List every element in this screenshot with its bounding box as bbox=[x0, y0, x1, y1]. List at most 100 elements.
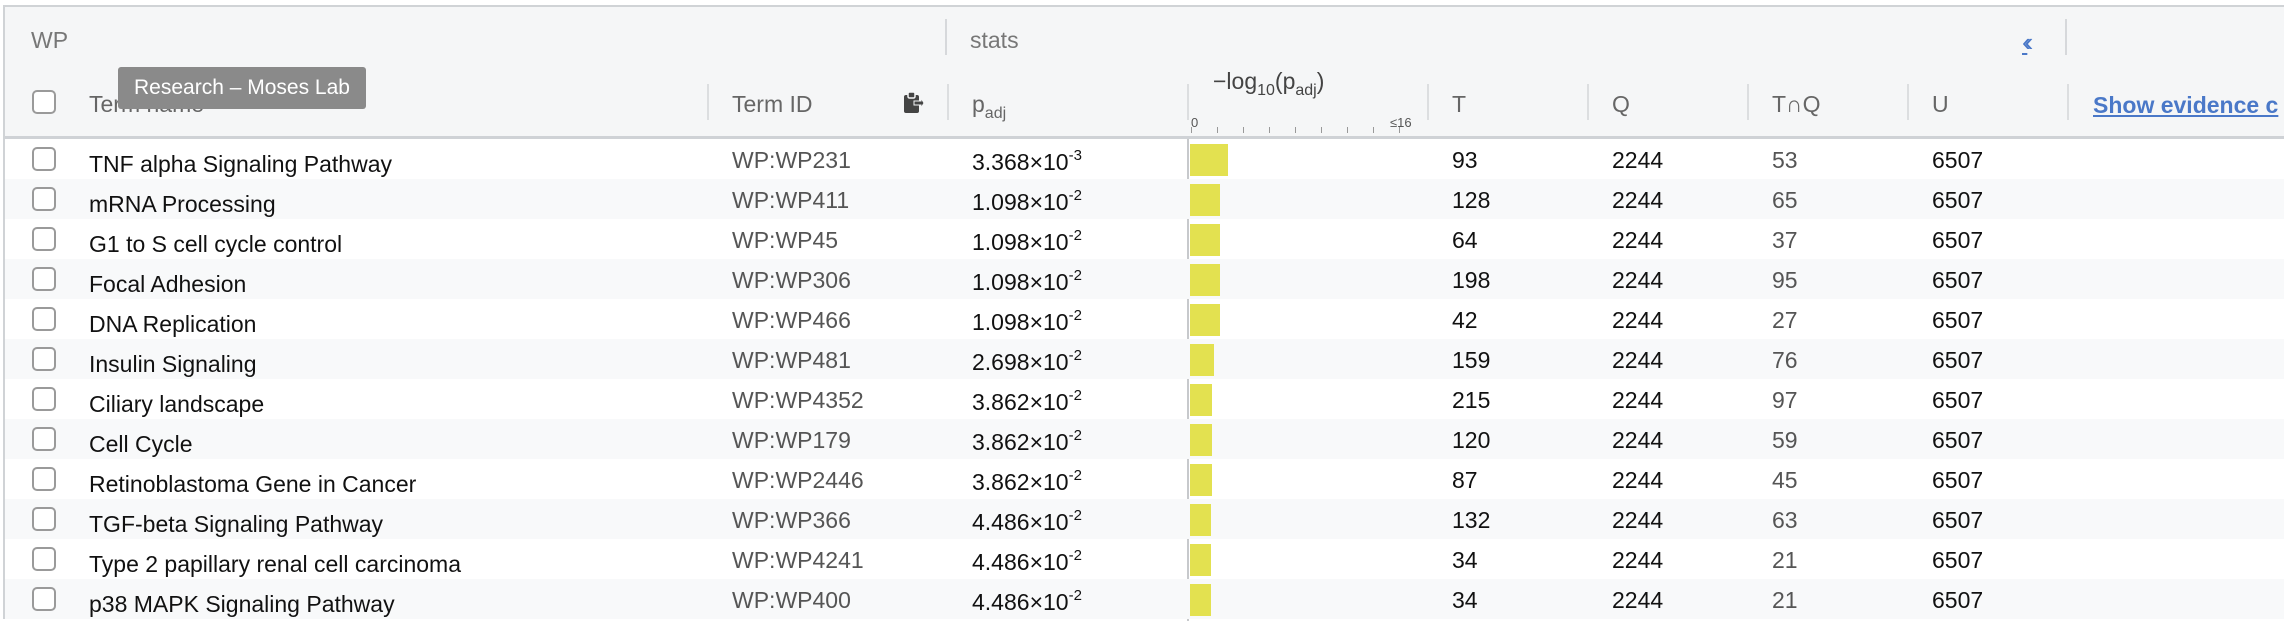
term-id-cell[interactable]: WP:WP231 bbox=[732, 147, 851, 174]
term-id-cell[interactable]: WP:WP366 bbox=[732, 507, 851, 534]
term-id-cell[interactable]: WP:WP481 bbox=[732, 347, 851, 374]
padj-exponent: -2 bbox=[1068, 507, 1082, 524]
scale-tick bbox=[1269, 127, 1270, 133]
neglog-padj-bar bbox=[1190, 464, 1212, 496]
term-name-cell[interactable]: TNF alpha Signaling Pathway bbox=[89, 151, 392, 178]
table-row[interactable]: Type 2 papillary renal cell carcinoma WP:… bbox=[5, 539, 2284, 579]
row-checkbox[interactable] bbox=[32, 187, 56, 211]
term-name-cell[interactable]: Type 2 papillary renal cell carcinoma bbox=[89, 551, 461, 578]
t-cell: 120 bbox=[1452, 427, 1491, 453]
tq-cell: 37 bbox=[1772, 227, 1798, 253]
table-row[interactable]: Focal Adhesion WP:WP306 1.098×10-2 198 2244 9… bbox=[5, 259, 2284, 299]
table-row[interactable]: p38 MAPK Signaling Pathway WP:WP400 4.486×… bbox=[5, 579, 2284, 619]
row-checkbox[interactable] bbox=[32, 267, 56, 291]
row-checkbox[interactable] bbox=[32, 307, 56, 331]
u-cell: 6507 bbox=[1932, 187, 1984, 213]
term-id-cell[interactable]: WP:WP466 bbox=[732, 307, 851, 334]
padj-mantissa: 1.098 bbox=[972, 309, 1030, 335]
padj-cell: 3.368×10-3 bbox=[972, 147, 1082, 175]
table-row[interactable]: Insulin Signaling WP:WP481 2.698×10-2 159 22… bbox=[5, 339, 2284, 379]
term-id-cell[interactable]: WP:WP411 bbox=[732, 187, 849, 214]
neglog-padj-bar bbox=[1190, 504, 1211, 536]
group-divider bbox=[945, 19, 947, 55]
term-name-cell[interactable]: Insulin Signaling bbox=[89, 351, 257, 378]
table-row[interactable]: DNA Replication WP:WP466 1.098×10-2 42 2244 2… bbox=[5, 299, 2284, 339]
clipboard-icon[interactable] bbox=[902, 91, 924, 115]
neglog-padj-header[interactable]: −log10(padj) bbox=[1213, 68, 1324, 100]
q-cell: 2244 bbox=[1612, 267, 1664, 293]
column-divider bbox=[1587, 84, 1589, 120]
term-name-cell[interactable]: Focal Adhesion bbox=[89, 271, 246, 298]
term-id-cell[interactable]: WP:WP306 bbox=[732, 267, 851, 294]
u-cell: 6507 bbox=[1932, 507, 1984, 533]
row-checkbox[interactable] bbox=[32, 387, 56, 411]
row-checkbox[interactable] bbox=[32, 347, 56, 371]
u-cell: 6507 bbox=[1932, 387, 1984, 413]
scale-tick bbox=[1191, 127, 1192, 133]
u-cell: 6507 bbox=[1932, 147, 1984, 173]
tq-header[interactable]: T∩Q bbox=[1772, 91, 1820, 118]
term-name-cell[interactable]: TGF-beta Signaling Pathway bbox=[89, 511, 383, 538]
term-id-cell[interactable]: WP:WP400 bbox=[732, 587, 851, 614]
scale-tick bbox=[1373, 127, 1374, 133]
term-id-cell[interactable]: WP:WP4352 bbox=[732, 387, 864, 414]
row-checkbox[interactable] bbox=[32, 147, 56, 171]
row-checkbox[interactable] bbox=[32, 427, 56, 451]
table-row[interactable]: Retinoblastoma Gene in Cancer WP:WP2446 3.… bbox=[5, 459, 2284, 499]
select-all-checkbox[interactable] bbox=[32, 90, 56, 114]
column-divider bbox=[1427, 84, 1429, 120]
u-header[interactable]: U bbox=[1932, 91, 1949, 118]
enrichment-table: WP stats ‹‹ Term name Term ID padj −log1… bbox=[3, 5, 2284, 621]
column-divider bbox=[707, 84, 709, 120]
padj-exponent: -2 bbox=[1068, 347, 1082, 364]
term-name-cell[interactable]: Ciliary landscape bbox=[89, 391, 264, 418]
scale-tick bbox=[1399, 127, 1400, 133]
term-id-cell[interactable]: WP:WP45 bbox=[732, 227, 838, 254]
term-name-cell[interactable]: Retinoblastoma Gene in Cancer bbox=[89, 471, 416, 498]
padj-mantissa: 1.098 bbox=[972, 189, 1030, 215]
q-header[interactable]: Q bbox=[1612, 91, 1630, 118]
padj-header[interactable]: padj bbox=[972, 91, 1006, 123]
t-cell: 87 bbox=[1452, 467, 1478, 493]
row-checkbox[interactable] bbox=[32, 547, 56, 571]
term-name-cell[interactable]: mRNA Processing bbox=[89, 191, 276, 218]
tq-cell: 65 bbox=[1772, 187, 1798, 213]
row-checkbox[interactable] bbox=[32, 227, 56, 251]
row-checkbox[interactable] bbox=[32, 587, 56, 611]
q-cell: 2244 bbox=[1612, 227, 1664, 253]
term-id-header[interactable]: Term ID bbox=[732, 91, 813, 118]
term-name-cell[interactable]: DNA Replication bbox=[89, 311, 256, 338]
u-cell: 6507 bbox=[1932, 347, 1984, 373]
scale-tick bbox=[1295, 127, 1296, 133]
padj-mantissa: 2.698 bbox=[972, 349, 1030, 375]
u-cell: 6507 bbox=[1932, 307, 1984, 333]
term-name-cell[interactable]: Cell Cycle bbox=[89, 431, 193, 458]
table-row[interactable]: TNF alpha Signaling Pathway WP:WP231 3.368… bbox=[5, 139, 2284, 179]
u-cell: 6507 bbox=[1932, 587, 1984, 613]
table-row[interactable]: TGF-beta Signaling Pathway WP:WP366 4.486×… bbox=[5, 499, 2284, 539]
column-divider bbox=[1907, 84, 1909, 120]
term-id-cell[interactable]: WP:WP4241 bbox=[732, 547, 864, 574]
q-cell: 2244 bbox=[1612, 507, 1664, 533]
term-id-cell[interactable]: WP:WP179 bbox=[732, 427, 851, 454]
row-checkbox[interactable] bbox=[32, 467, 56, 491]
t-header[interactable]: T bbox=[1452, 91, 1466, 118]
table-row[interactable]: G1 to S cell cycle control WP:WP45 1.098×1… bbox=[5, 219, 2284, 259]
term-name-cell[interactable]: p38 MAPK Signaling Pathway bbox=[89, 591, 395, 618]
padj-mantissa: 4.486 bbox=[972, 549, 1030, 575]
row-checkbox[interactable] bbox=[32, 507, 56, 531]
padj-mantissa: 3.862 bbox=[972, 469, 1030, 495]
padj-mantissa: 1.098 bbox=[972, 229, 1030, 255]
double-chevron-left-icon[interactable]: ‹‹ bbox=[2022, 27, 2034, 58]
column-divider bbox=[1187, 84, 1189, 120]
scale-tick bbox=[1347, 127, 1348, 133]
table-row[interactable]: Ciliary landscape WP:WP4352 3.862×10-2 215 2… bbox=[5, 379, 2284, 419]
show-evidence-link[interactable]: Show evidence c bbox=[2093, 92, 2278, 119]
padj-mantissa: 4.486 bbox=[972, 509, 1030, 535]
term-name-cell[interactable]: G1 to S cell cycle control bbox=[89, 231, 342, 258]
padj-mantissa: 4.486 bbox=[972, 589, 1030, 615]
table-row[interactable]: mRNA Processing WP:WP411 1.098×10-2 128 2244… bbox=[5, 179, 2284, 219]
neglog-sub: adj bbox=[1295, 82, 1317, 99]
table-row[interactable]: Cell Cycle WP:WP179 3.862×10-2 120 2244 59 650… bbox=[5, 419, 2284, 459]
term-id-cell[interactable]: WP:WP2446 bbox=[732, 467, 864, 494]
